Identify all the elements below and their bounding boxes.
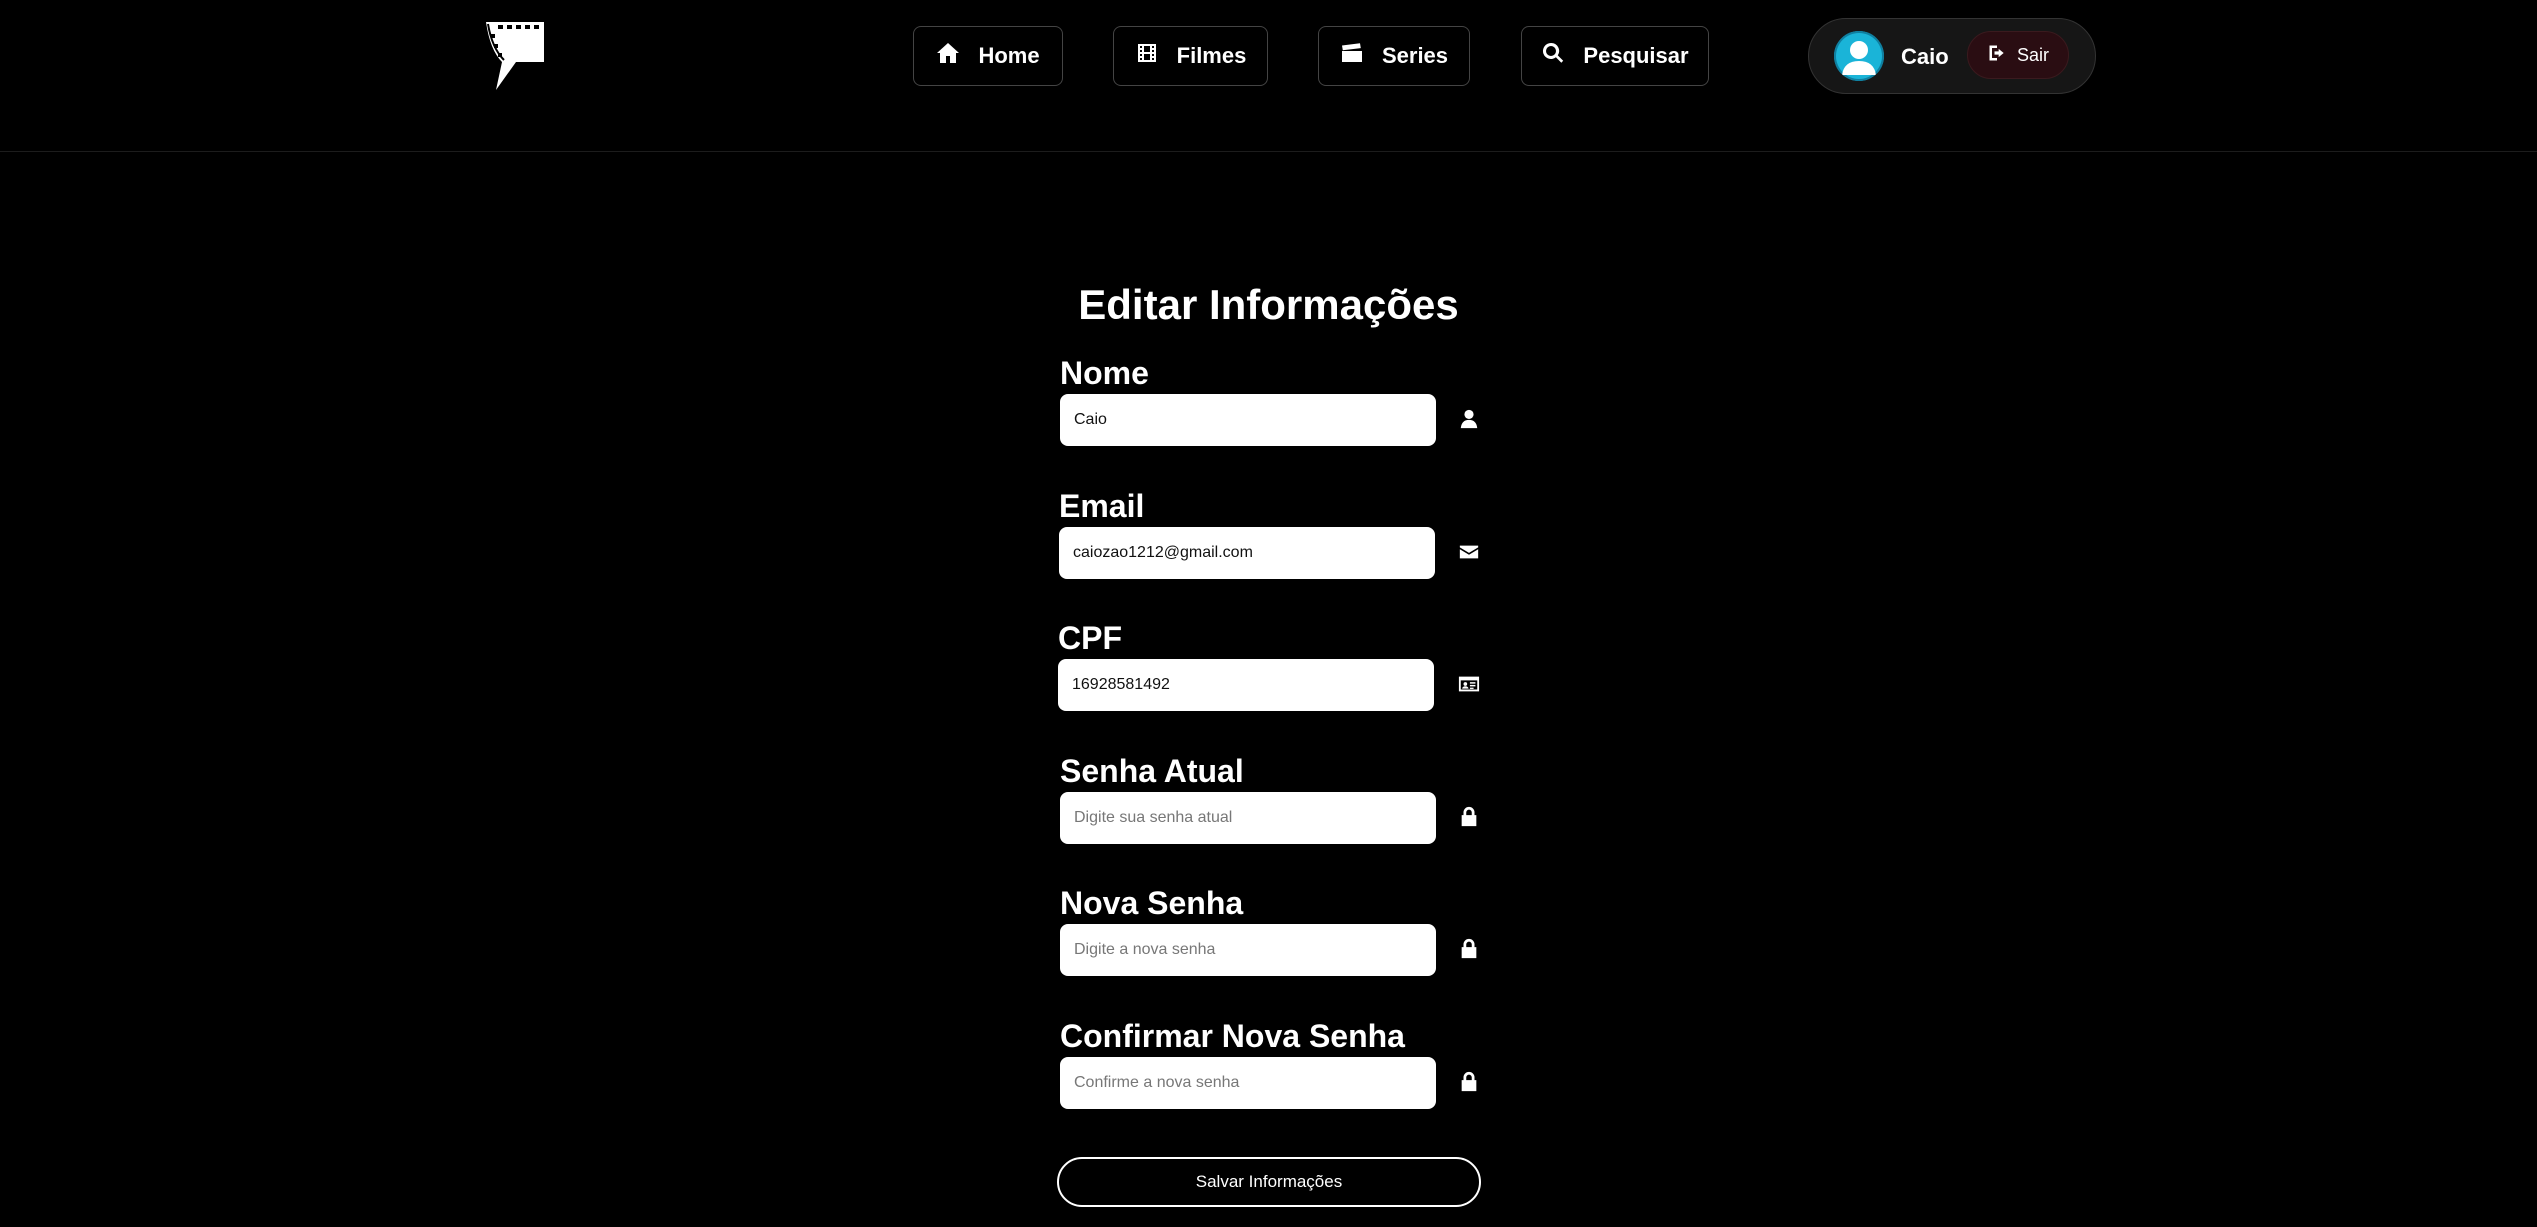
nav-series-button[interactable]: Series [1318,26,1470,86]
email-field[interactable] [1059,527,1435,579]
current-password-label: Senha Atual [1060,753,1244,789]
id-card-icon [1458,673,1480,695]
new-password-label: Nova Senha [1060,885,1244,921]
site-logo[interactable] [482,20,546,92]
cpf-field[interactable] [1058,659,1434,711]
lock-icon [1458,1071,1480,1093]
nav-series-label: Series [1381,43,1449,68]
current-password-field[interactable] [1060,792,1436,844]
page-title: Editar Informações [1078,281,1459,328]
user-menu: Caio Sair [1808,18,2096,94]
top-navigation-bar: Home Filmes Series Pesquisar Caio Sair [0,0,2537,152]
confirm-password-field[interactable] [1060,1057,1436,1109]
user-name: Caio [1901,44,1949,69]
new-password-field[interactable] [1060,924,1436,976]
logout-label: Sair [2016,44,2049,65]
name-label: Nome [1060,355,1149,391]
save-button[interactable]: Salvar Informações [1057,1157,1481,1207]
logout-button[interactable]: Sair [1967,31,2069,79]
lock-icon [1458,806,1480,828]
logout-icon [1987,43,2007,68]
email-label: Email [1059,488,1145,524]
user-icon [1458,408,1480,430]
envelope-icon [1458,541,1480,563]
clapperboard-icon [1340,41,1364,71]
user-avatar-icon [1842,41,1876,75]
film-clapper-logo-icon [486,22,544,90]
nav-home-button[interactable]: Home [913,26,1063,86]
film-icon [1135,41,1159,71]
nav-movies-label: Filmes [1176,43,1247,68]
name-field[interactable] [1060,394,1436,446]
cpf-label: CPF [1058,620,1122,656]
nav-search-label: Pesquisar [1583,43,1689,68]
nav-search-button[interactable]: Pesquisar [1521,26,1709,86]
home-icon [936,41,960,71]
confirm-password-label: Confirmar Nova Senha [1060,1018,1405,1054]
lock-icon [1458,938,1480,960]
search-icon [1541,41,1565,71]
avatar[interactable] [1834,31,1884,81]
nav-movies-button[interactable]: Filmes [1113,26,1268,86]
nav-home-label: Home [978,43,1040,68]
